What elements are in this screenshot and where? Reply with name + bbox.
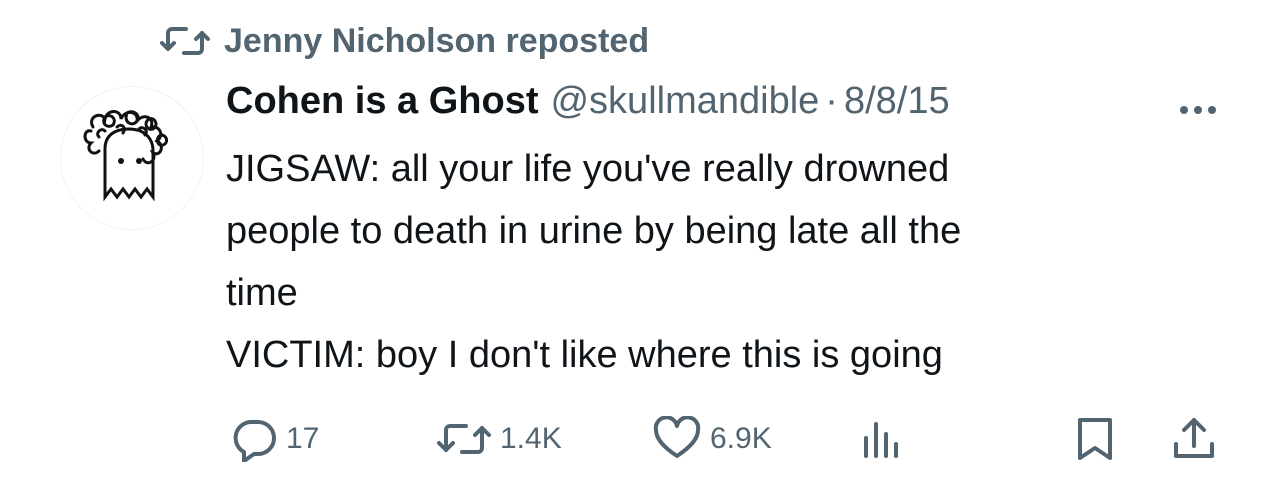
- repost-banner-text: Jenny Nicholson reposted: [224, 21, 650, 60]
- repost-banner[interactable]: Jenny Nicholson reposted: [160, 18, 649, 64]
- ghost-avatar-icon: [83, 110, 169, 202]
- bookmark-icon: [1078, 418, 1112, 460]
- tweet-body[interactable]: Cohen is a Ghost @skullmandible · 8/8/15…: [226, 80, 1226, 386]
- action-bar: 17 1.4K 6.9K: [226, 416, 1226, 462]
- tweet-text-line: time: [226, 272, 298, 314]
- more-icon: [1180, 106, 1216, 114]
- tweet-text-line: VICTIM: boy I don't like where this is g…: [226, 334, 943, 376]
- repost-count: 1.4K: [500, 422, 562, 455]
- avatar[interactable]: [60, 86, 204, 230]
- share-button[interactable]: [1170, 416, 1218, 462]
- repost-icon: [437, 424, 491, 454]
- tweet-date[interactable]: 8/8/15: [844, 80, 950, 123]
- repost-button[interactable]: 1.4K: [436, 416, 562, 462]
- repost-icon: [160, 21, 210, 61]
- views-chart-icon: [864, 422, 898, 458]
- separator: ·: [825, 80, 838, 122]
- like-button[interactable]: 6.9K: [652, 416, 772, 462]
- display-name[interactable]: Cohen is a Ghost: [226, 80, 538, 123]
- views-button[interactable]: [858, 416, 906, 462]
- tweet-text-line: people to death in urine by being late a…: [226, 210, 962, 252]
- heart-icon: [653, 416, 701, 458]
- reply-icon: [233, 420, 276, 462]
- reply-button[interactable]: 17: [230, 416, 319, 462]
- like-count: 6.9K: [710, 422, 772, 455]
- reply-count: 17: [286, 422, 320, 455]
- share-icon: [1174, 418, 1214, 458]
- bookmark-button[interactable]: [1072, 416, 1118, 462]
- user-handle[interactable]: @skullmandible: [550, 80, 819, 123]
- tweet-text: JIGSAW: all your life you've really drow…: [226, 138, 1186, 386]
- tweet-text-line: JIGSAW: all your life you've really drow…: [226, 148, 950, 190]
- more-button[interactable]: [1174, 88, 1222, 128]
- tweet-header: Cohen is a Ghost @skullmandible · 8/8/15: [226, 80, 1226, 134]
